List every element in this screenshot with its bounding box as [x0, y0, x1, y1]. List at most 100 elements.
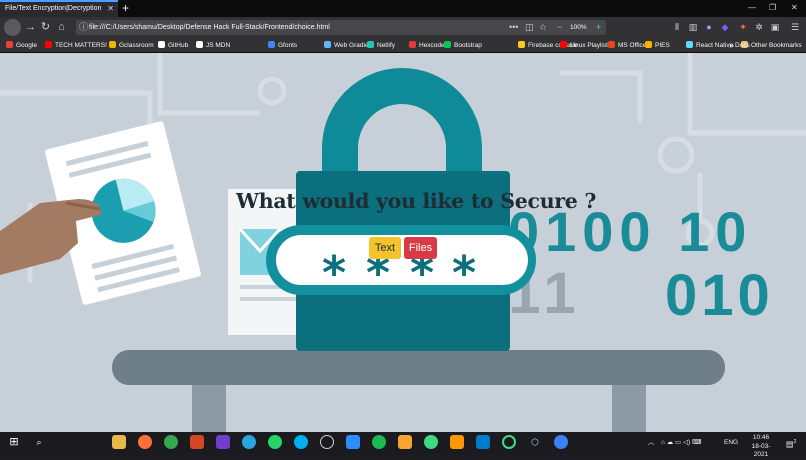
- bookmark-item[interactable]: Netlify: [367, 38, 395, 53]
- bookmark-favicon-icon: [444, 41, 451, 48]
- vscode-icon[interactable]: [476, 435, 490, 449]
- notification-icon[interactable]: ▤2: [786, 432, 796, 453]
- github-desktop-icon[interactable]: [216, 435, 230, 449]
- bookmark-favicon-icon: [109, 41, 116, 48]
- svg-text:010: 010: [665, 263, 774, 328]
- app-icon-red[interactable]: [190, 435, 204, 449]
- reload-icon[interactable]: ↻: [38, 20, 53, 35]
- maximize-icon[interactable]: ❐: [769, 1, 776, 15]
- app-icon-blue[interactable]: [554, 435, 568, 449]
- bookmark-item[interactable]: GitHub: [158, 38, 188, 53]
- bookmark-label: Google: [16, 42, 37, 49]
- clock-time: 10:46: [752, 434, 770, 441]
- minimize-icon[interactable]: —: [748, 1, 756, 15]
- bookmark-item[interactable]: Google: [6, 38, 37, 53]
- extension-box-icon[interactable]: ▣: [769, 21, 781, 33]
- close-window-icon[interactable]: ✕: [791, 1, 798, 15]
- svg-text:*: *: [322, 246, 346, 300]
- extension-purple-icon[interactable]: ◆: [719, 21, 731, 33]
- skype-icon[interactable]: [294, 435, 308, 449]
- page-heading: What would you like to Secure ?: [236, 189, 597, 213]
- bookmark-label: GitHub: [168, 42, 189, 49]
- bookmark-item[interactable]: Bootstrap: [444, 38, 482, 53]
- bookmark-item[interactable]: MS Office: [608, 38, 646, 53]
- pocket-icon[interactable]: ◫: [525, 20, 534, 35]
- bookmark-favicon-icon: [367, 41, 374, 48]
- extension-fox-icon[interactable]: ✦: [737, 21, 749, 33]
- zoom-level[interactable]: 100%: [570, 20, 587, 35]
- bookmark-favicon-icon: [608, 41, 615, 48]
- app-icon-ring[interactable]: [502, 435, 516, 449]
- active-tab[interactable]: File/Text Encryption|Decryption ✕: [0, 0, 118, 17]
- bookmark-favicon-icon: [268, 41, 275, 48]
- bookmark-item[interactable]: Linux Playlist: [560, 38, 608, 53]
- bookmark-favicon-icon: [686, 41, 693, 48]
- bookmark-item[interactable]: TECH MATTERS!: [45, 38, 107, 53]
- tab-strip: File/Text Encryption|Decryption ✕ + — ❐ …: [0, 0, 806, 17]
- page-actions-icon[interactable]: •••: [509, 20, 518, 35]
- new-tab-icon[interactable]: +: [122, 1, 129, 15]
- text-button[interactable]: Text: [369, 237, 401, 259]
- home-icon[interactable]: ⌂: [54, 20, 69, 35]
- tray-icons[interactable]: ⌂ ☁ ▭ ◁) ⌨: [661, 432, 701, 453]
- zoom-in-icon[interactable]: +: [596, 20, 601, 35]
- windows-start-icon[interactable]: ⊞: [7, 435, 21, 449]
- extension-icon[interactable]: ●: [703, 21, 715, 33]
- menu-icon[interactable]: ☰: [789, 21, 801, 33]
- language-indicator[interactable]: ENG: [724, 432, 738, 453]
- sidebar-icon[interactable]: ▥: [687, 21, 699, 33]
- bookmark-favicon-icon: [324, 41, 331, 48]
- bookmark-label: PIES: [655, 42, 670, 49]
- bookmark-favicon-icon: [158, 41, 165, 48]
- bookmark-label: JS MDN: [206, 42, 231, 49]
- bookmark-label: Linux Playlist: [570, 42, 608, 49]
- bookmark-label: MS Office: [618, 42, 647, 49]
- table: [112, 350, 725, 432]
- system-clock[interactable]: 10:46 18-03-2021: [750, 434, 772, 460]
- bookmark-favicon-icon: [560, 41, 567, 48]
- windows-taskbar: ⊞ ⌕ ⬡ ︿ ⌂ ☁ ▭ ◁) ⌨ ENG 10:46 18-03-2021 …: [0, 432, 806, 458]
- bookmark-label: TECH MATTERS!: [55, 42, 107, 49]
- app-icon-green[interactable]: [424, 435, 438, 449]
- search-icon[interactable]: ⌕: [32, 435, 46, 449]
- bookmark-star-icon[interactable]: ☆: [539, 20, 547, 35]
- library-icon[interactable]: ⫴: [671, 21, 683, 33]
- bookmark-label: Hexcode: [419, 42, 445, 49]
- navigation-toolbar: → ↻ ⌂ ⓘ file:///C:/Users/shamu/Desktop/D…: [0, 17, 806, 38]
- app-icon-cube[interactable]: ⬡: [528, 435, 542, 449]
- whatsapp-icon[interactable]: [268, 435, 282, 449]
- chrome-icon[interactable]: [164, 435, 178, 449]
- file-explorer-icon[interactable]: [112, 435, 126, 449]
- other-bookmarks[interactable]: Other Bookmarks: [741, 38, 802, 53]
- bookmark-favicon-icon: [45, 41, 52, 48]
- bookmark-favicon-icon: [645, 41, 652, 48]
- app-icon-outline[interactable]: [320, 435, 334, 449]
- zoom-app-icon[interactable]: [346, 435, 360, 449]
- telegram-icon[interactable]: [242, 435, 256, 449]
- bookmark-item[interactable]: JS MDN: [196, 38, 230, 53]
- bookmark-item[interactable]: PIES: [645, 38, 670, 53]
- bookmark-item[interactable]: React Native Docs: [686, 38, 750, 53]
- zoom-out-icon[interactable]: −: [557, 20, 562, 35]
- spotify-icon[interactable]: [372, 435, 386, 449]
- files-button[interactable]: Files: [404, 237, 437, 259]
- address-bar[interactable]: ⓘ file:///C:/Users/shamu/Desktop/Defense…: [76, 20, 606, 35]
- page-info-icon[interactable]: ⓘ: [79, 20, 88, 35]
- app-icon-orange[interactable]: [398, 435, 412, 449]
- bookmark-item[interactable]: Hexcode: [409, 38, 445, 53]
- tab-close-icon[interactable]: ✕: [107, 2, 114, 16]
- tray-chevron-icon[interactable]: ︿: [648, 432, 655, 453]
- firefox-icon[interactable]: [138, 435, 152, 449]
- svg-text:*: *: [452, 246, 476, 300]
- bookmark-item[interactable]: Gclassroom: [109, 38, 154, 53]
- extension-gear-icon[interactable]: ✲: [753, 21, 765, 33]
- sublime-icon[interactable]: [450, 435, 464, 449]
- url-text[interactable]: file:///C:/Users/shamu/Desktop/Defense H…: [89, 20, 330, 35]
- clock-date: 18-03-2021: [751, 442, 771, 459]
- bookmark-favicon-icon: [518, 41, 525, 48]
- bookmark-label: Bootstrap: [454, 42, 482, 49]
- page-viewport: 0100 10 011 010 * * * * What would you l…: [0, 53, 806, 432]
- back-button[interactable]: [4, 19, 21, 36]
- forward-icon[interactable]: →: [23, 20, 38, 35]
- bookmark-item[interactable]: Gfonts: [268, 38, 297, 53]
